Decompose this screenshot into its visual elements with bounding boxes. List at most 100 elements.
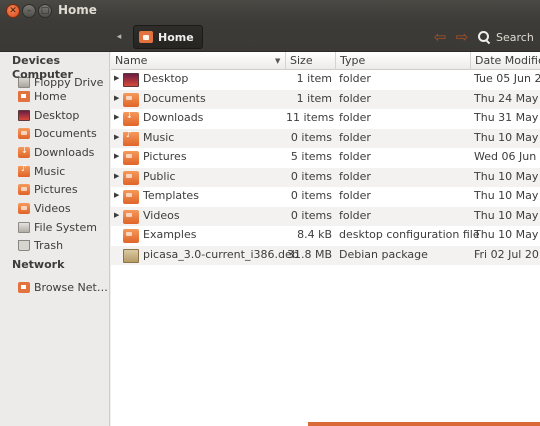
file-name: Public — [143, 169, 176, 183]
path-scroll-left-button[interactable]: ◂ — [113, 30, 125, 44]
file-row[interactable]: ▶ Desktop 1 item folder Tue 05 Jun 2012 — [111, 70, 540, 90]
file-date-modified: Thu 10 May 2012 — [474, 228, 540, 241]
file-type: folder — [339, 111, 371, 124]
public-folder-icon — [123, 170, 139, 185]
column-header-name[interactable]: Name — [111, 52, 286, 70]
minimize-window-button[interactable]: – — [22, 4, 36, 18]
trash-icon — [18, 239, 30, 251]
minimize-icon: – — [26, 5, 32, 16]
window-bottom-accent — [308, 422, 540, 426]
sidebar-item-label: Home — [34, 89, 67, 103]
sidebar-item-label: Desktop — [34, 108, 80, 122]
sidebar-item-label: Browse Net… — [34, 280, 108, 294]
videos-folder-icon — [123, 209, 139, 224]
file-date-modified: Thu 10 May 2012 — [474, 189, 540, 202]
file-date-modified: Fri 02 Jul 2010 — [474, 247, 540, 261]
file-size: 8.4 kB — [297, 228, 332, 241]
file-row[interactable]: ▶ Templates 0 items folder Thu 10 May 2012 — [111, 187, 540, 207]
expand-triangle-icon[interactable]: ▶ — [114, 152, 122, 160]
file-date-modified: Thu 10 May 2012 — [474, 208, 540, 222]
file-row[interactable]: ▶ Pictures 5 items folder Wed 06 Jun 2012 — [111, 148, 540, 168]
file-date-modified: Thu 24 May 2012 — [474, 91, 540, 105]
file-size: 31.8 MB — [286, 247, 332, 261]
home-folder-icon — [139, 31, 153, 43]
file-date-modified: Tue 05 Jun 2012 — [474, 72, 540, 85]
documents-folder-icon — [18, 127, 30, 139]
sidebar-item-file-system[interactable]: File System — [18, 218, 108, 236]
forward-button[interactable]: ⇨ — [453, 28, 471, 46]
sidebar-item-music[interactable]: Music — [18, 162, 108, 180]
file-name: Videos — [143, 208, 180, 222]
search-label: Search — [496, 30, 534, 44]
sidebar-heading-computer: Computer — [12, 68, 73, 81]
sidebar-item-label: File System — [34, 220, 97, 234]
column-header-type[interactable]: Type — [336, 52, 471, 70]
sidebar-item-label: Pictures — [34, 182, 78, 196]
file-name: Desktop — [143, 72, 189, 85]
sidebar-item-label: Documents — [34, 126, 97, 140]
file-type: folder — [339, 72, 371, 85]
file-type: folder — [339, 208, 371, 222]
sidebar-item-home[interactable]: Home — [18, 87, 108, 105]
sidebar-item-trash[interactable]: Trash — [18, 236, 108, 254]
expand-triangle-icon[interactable]: ▶ — [114, 191, 122, 199]
sidebar-heading-devices: Devices — [12, 54, 61, 67]
file-date-modified: Wed 06 Jun 2012 — [474, 150, 540, 163]
file-type: folder — [339, 189, 371, 202]
file-type: desktop configuration file — [339, 228, 480, 241]
sidebar-heading-network: Network — [12, 258, 65, 271]
file-size: 0 items — [290, 169, 332, 183]
toolbar: ◂ Home ⇦ ⇨ Search — [0, 22, 540, 52]
sidebar-item-videos[interactable]: Videos — [18, 199, 108, 217]
expand-triangle-icon[interactable]: ▶ — [114, 94, 122, 102]
sidebar-item-browse-net[interactable]: Browse Net… — [18, 278, 108, 296]
close-window-button[interactable]: ✕ — [6, 4, 20, 18]
file-row[interactable]: ▶ Downloads 11 items folder Thu 31 May 2012 — [111, 109, 540, 129]
expand-triangle-icon[interactable]: ▶ — [114, 74, 122, 82]
file-name: picasa_3.0-current_i386.deb — [143, 247, 299, 261]
templates-folder-icon — [123, 190, 139, 204]
sidebar-item-downloads[interactable]: Downloads — [18, 143, 108, 161]
file-row[interactable]: ▶ Documents 1 item folder Thu 24 May 2012 — [111, 89, 540, 109]
file-manager-window: ✕ – □ Home ◂ Home ⇦ ⇨ Search Devices Flo… — [0, 0, 540, 426]
file-name: Music — [143, 130, 175, 144]
maximize-window-button[interactable]: □ — [38, 4, 52, 18]
expand-triangle-icon[interactable]: ▶ — [114, 211, 122, 219]
network-icon — [18, 281, 30, 293]
sidebar-item-label: Videos — [34, 201, 71, 215]
file-row[interactable]: ▶ Public 0 items folder Thu 10 May 2012 — [111, 167, 540, 187]
search-button[interactable]: Search — [478, 28, 534, 46]
sidebar-item-label: Trash — [34, 238, 64, 252]
file-row[interactable]: ▶ Videos 0 items folder Thu 10 May 2012 — [111, 206, 540, 226]
expand-triangle-icon[interactable]: ▶ — [114, 133, 122, 141]
file-row[interactable]: ▶ Music 0 items folder Thu 10 May 2012 — [111, 128, 540, 148]
expand-triangle-icon[interactable]: ▶ — [114, 172, 122, 180]
downloads-folder-icon — [123, 111, 139, 126]
back-button[interactable]: ⇦ — [431, 28, 449, 46]
column-header-size[interactable]: Size — [286, 52, 336, 70]
close-icon: ✕ — [9, 5, 17, 16]
deb-package-icon — [123, 248, 139, 263]
expand-triangle-icon[interactable]: ▶ — [114, 113, 122, 121]
sidebar-item-label: Music — [34, 164, 66, 178]
file-type: Debian package — [339, 247, 428, 261]
path-bar-home-label: Home — [158, 30, 194, 44]
title-bar: ✕ – □ Home — [0, 0, 540, 22]
sidebar-item-documents[interactable]: Documents — [18, 124, 108, 142]
documents-folder-icon — [123, 92, 139, 107]
file-name: Downloads — [143, 111, 204, 124]
sidebar-item-pictures[interactable]: Pictures — [18, 180, 108, 198]
path-bar-home-button[interactable]: Home — [133, 25, 203, 49]
sort-descending-icon: ▼ — [275, 57, 281, 65]
pictures-folder-icon — [18, 183, 30, 195]
home-icon — [18, 90, 30, 102]
sidebar-item-desktop[interactable]: Desktop — [18, 106, 108, 124]
pictures-folder-icon — [123, 151, 139, 165]
file-name: Examples — [143, 228, 197, 241]
file-date-modified: Thu 10 May 2012 — [474, 169, 540, 183]
file-row[interactable]: picasa_3.0-current_i386.deb 31.8 MB Debian… — [111, 245, 540, 265]
file-row[interactable]: Examples 8.4 kB desktop configuration file… — [111, 226, 540, 246]
column-header-date-modified[interactable]: Date Modified — [471, 52, 540, 70]
file-size: 1 item — [296, 72, 332, 85]
file-size: 0 items — [290, 130, 332, 144]
